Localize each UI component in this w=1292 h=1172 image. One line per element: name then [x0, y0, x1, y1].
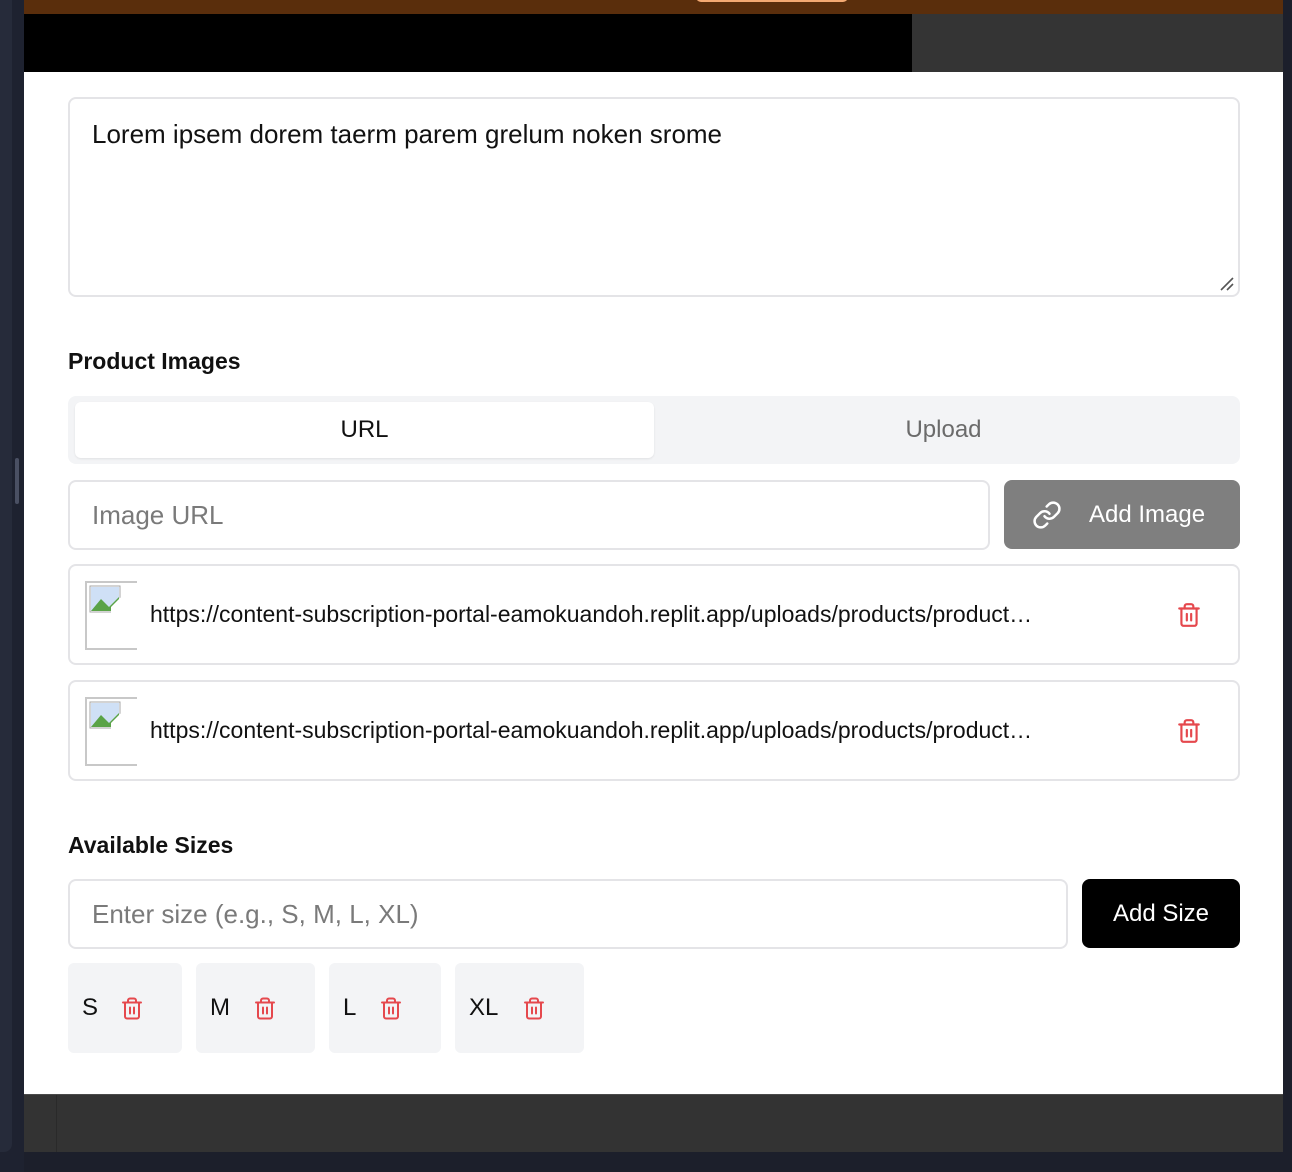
- size-chip-label: M: [210, 994, 230, 1021]
- trash-icon[interactable]: [253, 995, 277, 1022]
- footer-divider: [56, 1095, 57, 1153]
- trash-icon[interactable]: [522, 995, 546, 1022]
- tab-upload[interactable]: Upload: [654, 402, 1233, 458]
- bottom-edge: [24, 1152, 1292, 1172]
- resize-handle-icon[interactable]: [1218, 275, 1234, 291]
- available-sizes-label: Available Sizes: [68, 832, 234, 858]
- product-form-modal: Lorem ipsem dorem taerm parem grelum nok…: [24, 72, 1283, 1094]
- modal-footer-backdrop: [24, 1094, 1283, 1153]
- image-source-tabs: URL Upload: [68, 396, 1240, 464]
- size-chip: M: [196, 963, 315, 1053]
- left-sidebar-edge: [0, 0, 24, 1172]
- description-value: Lorem ipsem dorem taerm parem grelum nok…: [92, 119, 723, 149]
- product-images-label: Product Images: [68, 348, 241, 374]
- trash-icon[interactable]: [379, 995, 403, 1022]
- add-size-button[interactable]: Add Size: [1082, 879, 1240, 948]
- tab-url[interactable]: URL: [75, 402, 654, 458]
- size-chip-label: XL: [469, 994, 499, 1021]
- header-pill-button[interactable]: [696, 0, 848, 2]
- add-image-button[interactable]: Add Image: [1004, 480, 1240, 549]
- size-input-placeholder: Enter size (e.g., S, M, L, XL): [92, 898, 419, 929]
- image-thumbnail: [85, 697, 137, 766]
- size-chip-label: S: [82, 994, 99, 1021]
- size-chip: L: [329, 963, 441, 1053]
- resize-grip[interactable]: [15, 458, 19, 504]
- image-url-text: https://content-subscription-portal-eamo…: [150, 601, 1033, 627]
- image-thumbnail: [85, 581, 137, 650]
- backdrop-right: [912, 14, 1283, 72]
- image-list-item: https://content-subscription-portal-eamo…: [68, 564, 1240, 665]
- trash-icon[interactable]: [120, 995, 144, 1022]
- add-image-label: Add Image: [1089, 500, 1206, 528]
- size-chip-label: L: [343, 994, 357, 1021]
- broken-image-icon: [89, 585, 123, 615]
- link-icon: [1033, 501, 1061, 529]
- size-input[interactable]: Enter size (e.g., S, M, L, XL): [68, 879, 1068, 949]
- left-panel: [0, 0, 12, 1152]
- size-chip: XL: [455, 963, 584, 1053]
- trash-icon[interactable]: [1176, 717, 1202, 745]
- right-edge: [1283, 0, 1292, 1172]
- image-url-text: https://content-subscription-portal-eamo…: [150, 717, 1033, 743]
- image-list-item: https://content-subscription-portal-eamo…: [68, 680, 1240, 781]
- broken-image-icon: [89, 701, 123, 731]
- header-bar: [24, 0, 1283, 14]
- size-chip: S: [68, 963, 182, 1053]
- image-url-placeholder: Image URL: [92, 499, 224, 530]
- description-textarea[interactable]: Lorem ipsem dorem taerm parem grelum nok…: [68, 97, 1240, 297]
- trash-icon[interactable]: [1176, 601, 1202, 629]
- image-url-input[interactable]: Image URL: [68, 480, 990, 550]
- backdrop-left: [24, 14, 912, 72]
